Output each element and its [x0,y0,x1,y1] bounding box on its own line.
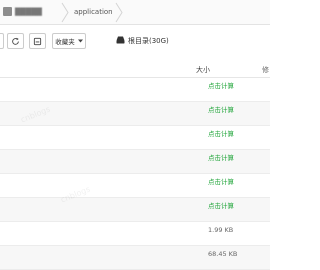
calculate-size-link[interactable]: 点击计算 [208,102,234,119]
table-row[interactable]: 点击计算 [0,198,270,222]
table-row[interactable]: 点击计算 [0,174,270,198]
history-button[interactable] [29,33,46,49]
calculate-size-link[interactable]: 点击计算 [208,78,234,95]
toolbar-button-partial[interactable] [0,33,4,49]
table-row[interactable]: 点击计算 [0,150,270,174]
breadcrumb-separator-icon [114,0,124,25]
table-body: 点击计算 点击计算 点击计算 点击计算 点击计算 点击计算 1.99 KB 68.45 KB [0,78,270,270]
breadcrumb-item-parent[interactable]: █████ [15,0,42,25]
calculate-size-link[interactable]: 点击计算 [208,126,234,143]
refresh-button[interactable] [7,33,24,49]
breadcrumb-item-current[interactable]: application [74,0,113,25]
calculate-size-link[interactable]: 点击计算 [208,174,234,191]
file-size: 1.99 KB [208,226,234,234]
breadcrumb-separator-icon [60,0,70,25]
history-icon [33,37,42,46]
root-directory[interactable]: 根目录(30G) [116,33,169,49]
table-row[interactable]: 点击计算 [0,102,270,126]
table-row[interactable]: 点击计算 [0,78,270,102]
root-directory-label: 根目录(30G) [128,37,169,45]
calculate-size-link[interactable]: 点击计算 [208,198,234,215]
file-table: 大小 修 点击计算 点击计算 点击计算 点击计算 点击计算 点击计算 1.99 KB 68.4… [0,57,270,270]
breadcrumb: █████ application [0,0,270,25]
chevron-down-icon [77,39,83,43]
calculate-size-link[interactable]: 点击计算 [208,150,234,167]
refresh-icon [11,37,20,46]
favorites-label: 收藏夹 [55,38,75,46]
file-manager: █████ application 收藏夹 根目录(30G) 大小 修 点击计算… [0,0,270,270]
table-row[interactable]: 1.99 KB [0,222,270,246]
file-size: 68.45 KB [208,250,238,258]
disk-icon [116,36,125,46]
toolbar: 收藏夹 根目录(30G) [0,25,270,57]
table-row[interactable]: 68.45 KB [0,246,270,270]
favorites-dropdown[interactable]: 收藏夹 [52,33,86,49]
table-header: 大小 修 [0,57,270,78]
table-row[interactable]: 点击计算 [0,126,270,150]
folder-icon [3,7,12,16]
